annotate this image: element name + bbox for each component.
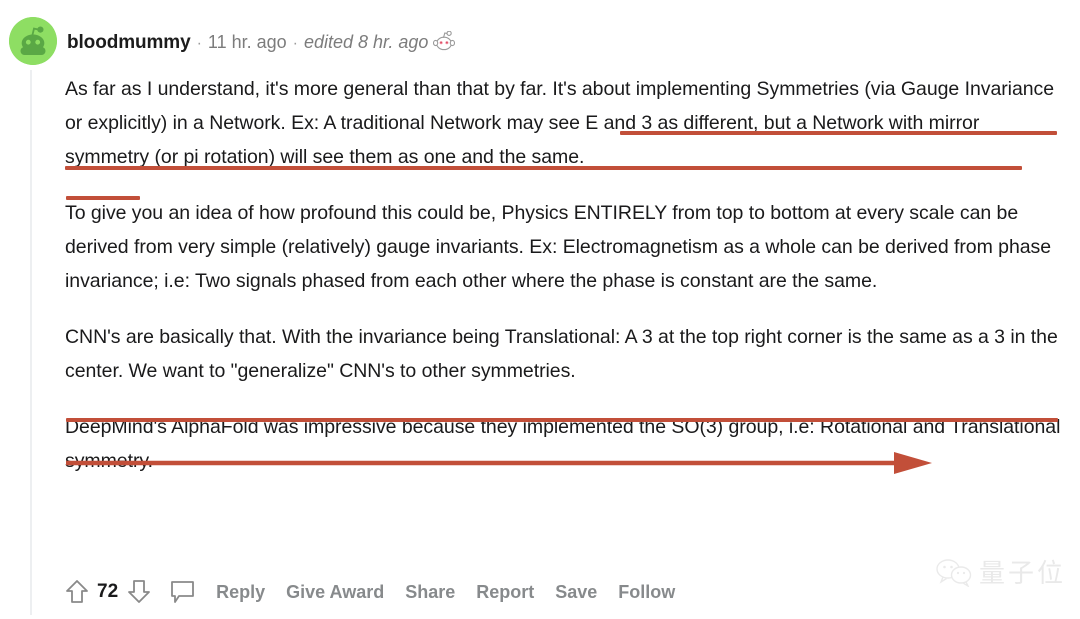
vote-score: 72 <box>97 581 119 602</box>
comment-edited-timestamp: edited 8 hr. ago <box>303 32 429 52</box>
comment-container: bloodmummy · 11 hr. ago · edited 8 hr. a… <box>0 0 1080 619</box>
comment-paragraph-1: As far as I understand, it's more genera… <box>65 78 1055 168</box>
comment-meta: bloodmummy · 11 hr. ago · edited 8 hr. a… <box>67 28 456 56</box>
snoo-emoji-icon <box>433 30 456 56</box>
share-button[interactable]: Share <box>405 582 455 603</box>
comment-bubble-icon[interactable] <box>169 579 195 605</box>
watermark-text: 量子位 <box>978 559 1066 589</box>
comment-header: bloodmummy · 11 hr. ago · edited 8 hr. a… <box>0 16 456 66</box>
downvote-icon[interactable] <box>126 578 152 606</box>
reply-button[interactable]: Reply <box>216 582 265 603</box>
comment-action-bar: 72 Reply Give Award Share Report Save Fo… <box>64 572 675 612</box>
meta-separator-2: · <box>292 35 298 52</box>
give-award-button[interactable]: Give Award <box>286 582 384 603</box>
meta-separator-1: · <box>196 35 202 52</box>
report-button[interactable]: Report <box>476 582 534 603</box>
comment-paragraph-3: CNN's are basically that. With the invar… <box>65 326 1058 382</box>
follow-button[interactable]: Follow <box>618 582 675 603</box>
comment-body: As far as I understand, it's more genera… <box>65 72 1065 478</box>
wechat-icon <box>936 558 972 587</box>
upvote-icon[interactable] <box>64 578 90 606</box>
snoo-avatar-icon <box>9 17 57 65</box>
avatar[interactable] <box>9 17 57 65</box>
comment-timestamp: 11 hr. ago <box>207 32 287 52</box>
comment-paragraph-2: To give you an idea of how profound this… <box>65 202 1052 292</box>
watermark: 量子位 <box>935 553 1066 590</box>
thread-collapse-line[interactable] <box>30 70 32 615</box>
save-button[interactable]: Save <box>555 582 597 603</box>
author-username[interactable]: bloodmummy <box>67 32 191 54</box>
comment-paragraph-4: DeepMind's AlphaFold was impressive beca… <box>65 416 1061 472</box>
